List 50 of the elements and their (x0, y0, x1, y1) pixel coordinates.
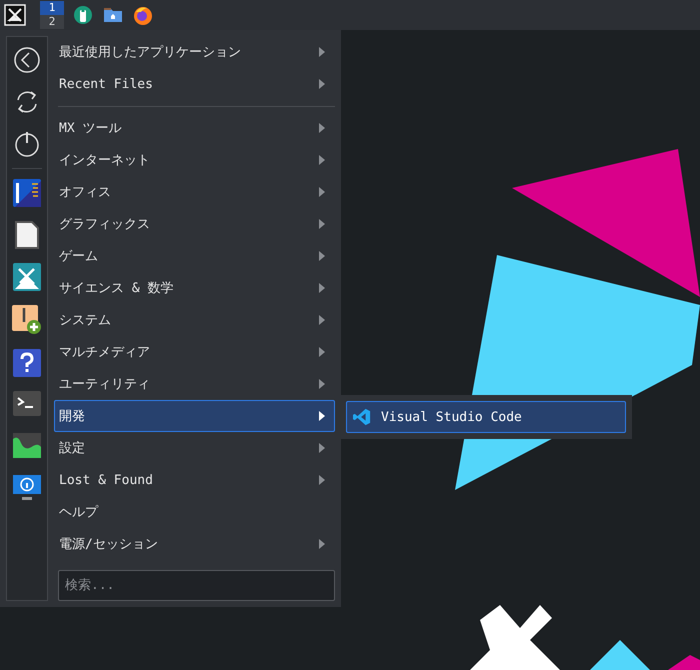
info-monitor-icon[interactable] (13, 475, 41, 503)
wallpaper-triangle (590, 640, 650, 670)
power-icon[interactable] (13, 130, 41, 158)
submenu-arrow-icon (319, 475, 325, 485)
menu-item[interactable]: グラフィックス (54, 208, 335, 240)
submenu-arrow-icon (319, 155, 325, 165)
menu-item[interactable]: Visual Studio Code (346, 401, 626, 433)
menu-item[interactable]: 開発 (54, 400, 335, 432)
help-icon[interactable] (13, 349, 41, 377)
submenu-arrow-icon (319, 283, 325, 293)
workspace-button[interactable]: 1 (40, 1, 64, 15)
menu-item[interactable]: システム (54, 304, 335, 336)
logo-icon[interactable] (4, 4, 26, 26)
submenu-arrow-icon (319, 379, 325, 389)
menu-item[interactable]: 設定 (54, 432, 335, 464)
menu-item[interactable]: Recent Files (54, 68, 335, 100)
back-icon[interactable] (13, 46, 41, 74)
submenu-arrow-icon (319, 47, 325, 57)
menu-item[interactable]: ゲーム (54, 240, 335, 272)
submenu-arrow-icon (319, 251, 325, 261)
browser-icon[interactable] (132, 4, 154, 26)
download-add-icon[interactable] (12, 305, 42, 335)
menu-item[interactable]: マルチメディア (54, 336, 335, 368)
menu-item[interactable]: オフィス (54, 176, 335, 208)
submenu-arrow-icon (319, 187, 325, 197)
submenu-arrow-icon (319, 411, 325, 421)
submenu-arrow-icon (319, 347, 325, 357)
workspace-button[interactable]: 2 (40, 15, 64, 29)
wallpaper-triangle (668, 655, 700, 670)
code-editor-icon (353, 408, 371, 426)
menu-item[interactable]: 電源/セッション (54, 528, 335, 560)
document-list-icon[interactable] (13, 179, 41, 207)
system-monitor-icon[interactable] (13, 433, 41, 461)
menu-item[interactable]: サイエンス & 数学 (54, 272, 335, 304)
menu-item[interactable]: Lost & Found (54, 464, 335, 496)
terminal-icon[interactable] (13, 391, 41, 419)
submenu-arrow-icon (319, 123, 325, 133)
submenu-arrow-icon (319, 443, 325, 453)
menu-item[interactable]: ヘルプ (54, 496, 335, 528)
blank-page-icon[interactable] (13, 221, 41, 249)
search-field[interactable]: 検索... (58, 570, 335, 601)
menu-item[interactable]: ユーティリティ (54, 368, 335, 400)
submenu-arrow-icon (319, 539, 325, 549)
submenu-arrow-icon (319, 79, 325, 89)
menu-item[interactable]: MX ツール (54, 112, 335, 144)
submenu-arrow-icon (319, 315, 325, 325)
menu-item[interactable]: 最近使用したアプリケーション (54, 36, 335, 68)
wrench-gear-icon[interactable] (72, 4, 94, 26)
submenu-arrow-icon (319, 219, 325, 229)
menu-item[interactable]: インターネット (54, 144, 335, 176)
